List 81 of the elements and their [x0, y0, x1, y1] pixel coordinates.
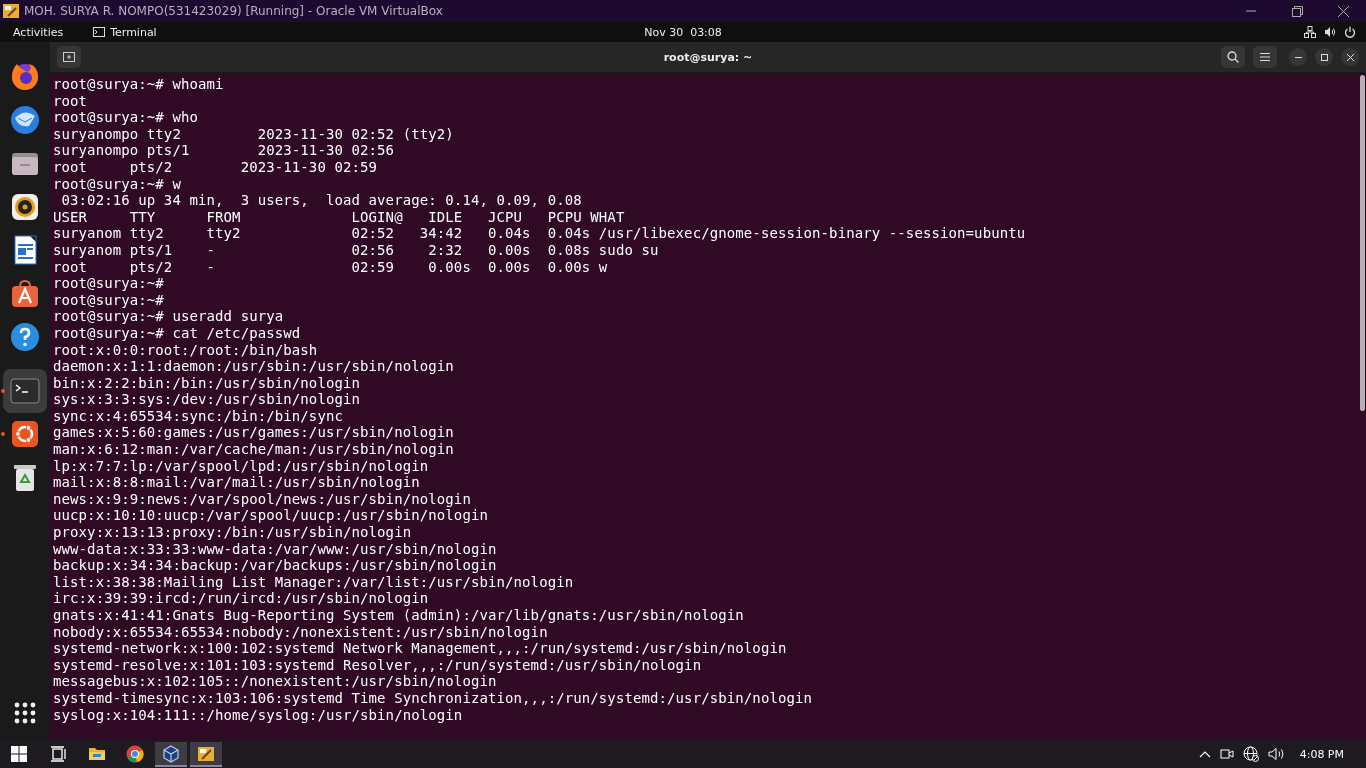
terminal-line: USER TTY FROM LOGIN@ IDLE JCPU PCPU WHAT: [53, 208, 625, 226]
terminal-line: backup:x:34:34:backup:/var/backups:/usr/sbin/nologin: [53, 557, 497, 574]
volume-icon[interactable]: [1267, 747, 1286, 761]
terminal-line: root@surya:~# who: [53, 109, 198, 126]
terminal-line: mail:x:8:8:mail:/var/mail:/usr/sbin/nologin: [53, 474, 420, 491]
app-grid-icon[interactable]: [14, 702, 36, 724]
taskbar-clock[interactable]: 4:08 PM: [1299, 747, 1344, 761]
terminal-line: sys:x:3:3:sys:/dev:/usr/sbin/nologin: [53, 391, 361, 408]
close-icon: [1346, 53, 1354, 61]
scrollbar-thumb[interactable]: [1359, 75, 1365, 411]
windows-logo-icon: [9, 744, 29, 764]
mail-icon: [9, 103, 41, 136]
terminal-line: suryanom pts/1 - 02:56 2:32 0.00s 0.08s sudo su: [53, 241, 659, 259]
taskbar-item[interactable]: [155, 742, 187, 767]
terminal-line: games:x:5:60:games:/usr/games:/usr/sbin/nologin: [53, 424, 454, 442]
clock[interactable]: Nov 30 03:08: [644, 25, 722, 39]
terminal-title: root@surya: ~: [663, 50, 753, 64]
maximize-icon: [1320, 53, 1328, 61]
menu-button[interactable]: [1253, 46, 1277, 68]
activities-button[interactable]: Activities: [13, 25, 64, 39]
power-icon[interactable]: [1344, 26, 1356, 38]
terminal-line: systemd-network:x:100:102:systemd Network Management,,,:/run/systemd:/usr/sbin/nologin: [53, 640, 787, 657]
terminal-line: irc:x:39:39:ircd:/run/ircd:/usr/sbin/nologin: [53, 590, 429, 607]
terminal-line: systemd-resolve:x:101:103:systemd Resolver,,,:/run/systemd:/usr/sbin/nologin: [53, 656, 702, 674]
network-icon[interactable]: [1304, 26, 1316, 38]
help-icon: [9, 321, 41, 353]
cube-icon: [161, 743, 181, 764]
running-indicator: [1, 432, 5, 436]
terminal-line: root@surya:~# w: [53, 175, 181, 193]
terminal-line: root@surya:~# cat /etc/passwd: [53, 324, 301, 342]
terminal-line: root@surya:~# whoami: [53, 76, 224, 93]
terminal-line: root pts/2 - 02:59 0.00s 0.00s 0.00s w: [53, 258, 608, 276]
terminal-line: proxy:x:13:13:proxy:/bin:/usr/sbin/nologin: [53, 524, 412, 541]
terminal-icon: [93, 27, 106, 37]
minimize-button[interactable]: [1289, 48, 1307, 66]
chevron-up-icon[interactable]: [1198, 750, 1211, 758]
ubuntu-icon: [9, 418, 41, 450]
restore-icon: [1291, 5, 1303, 17]
terminal-line: gnats:x:41:41:Gnats Bug-Reporting System (admin):/var/lib/gnats:/usr/sbin/nologin: [53, 607, 744, 624]
app-icon: [2, 2, 20, 20]
terminal-line: systemd-timesync:x:103:106:systemd Time Synchronization,,,:/run/systemd:/usr/sbin/nologin: [53, 689, 813, 707]
terminal-line: uucp:x:10:10:uucp:/var/spool/uucp:/usr/sbin/nologin: [53, 507, 488, 525]
terminal-line: news:x:9:9:news:/var/spool/news:/usr/sbin/nologin: [53, 490, 471, 508]
globe-icon[interactable]: [1242, 746, 1259, 762]
terminal-line: root: [53, 92, 88, 110]
chrome-icon: [124, 744, 145, 764]
terminal-line: root@surya:~# useradd surya: [53, 308, 284, 325]
search-button[interactable]: [1221, 46, 1245, 68]
terminal-line: root@surya:~#: [53, 291, 164, 309]
terminal-line: suryanompo pts/1 2023-11-30 02:56: [53, 142, 395, 159]
new-tab-icon: [63, 52, 75, 62]
shopping-bag-icon: [9, 277, 41, 310]
menu-icon: [1260, 52, 1270, 62]
terminal-line: root@surya:~#: [53, 275, 164, 292]
app-menu[interactable]: Terminal: [93, 25, 157, 39]
terminal-line: suryanom tty2 tty2 02:52 34:42 0.04s 0.04s /usr/libexec/gnome-session-binary --session=ubuntu: [53, 225, 1026, 242]
terminal-line: lp:x:7:7:lp:/var/spool/lpd:/usr/sbin/nologin: [53, 457, 429, 475]
taskbar-item[interactable]: [190, 742, 222, 767]
terminal-line: man:x:6:12:man:/var/cache/man:/usr/sbin/nologin: [53, 441, 454, 458]
terminal-line: root:x:0:0:root:/root:/bin/bash: [53, 341, 318, 359]
running-indicator: [1, 388, 5, 393]
terminal-line: syslog:x:104:111::/home/syslog:/usr/sbin/nologin: [53, 706, 463, 724]
terminal-line: www-data:x:33:33:www-data:/var/www:/usr/sbin/nologin: [53, 540, 497, 558]
new-tab-button[interactable]: [57, 46, 81, 68]
close-button[interactable]: [1341, 48, 1359, 66]
terminal-line: root pts/2 2023-11-30 02:59: [53, 158, 378, 176]
maximize-button[interactable]: [1315, 48, 1333, 66]
terminal-line: suryanompo tty2 2023-11-30 02:52 (tty2): [53, 125, 454, 143]
terminal-line: bin:x:2:2:bin:/bin:/usr/sbin/nologin: [53, 374, 361, 392]
terminal-line: daemon:x:1:1:daemon:/usr/sbin:/usr/sbin/nologin: [53, 358, 454, 375]
terminal-line: sync:x:4:65534:sync:/bin:/bin/sync: [53, 407, 343, 425]
terminal-line: messagebus:x:102:105::/nonexistent:/usr/sbin/nologin: [53, 673, 497, 690]
camera-icon[interactable]: [1219, 747, 1234, 761]
terminal-line: nobody:x:65534:65534:nobody:/nonexistent:/usr/sbin/nologin: [53, 623, 548, 641]
window-title: MOH. SURYA R. NOMPO(531423029) [Running] - Oracle VM VirtualBox: [24, 4, 443, 18]
close-icon: [1337, 5, 1349, 17]
terminal-line: 03:02:16 up 34 min, 3 users, load average: 0.14, 0.09, 0.08: [60, 192, 582, 209]
search-icon: [1227, 51, 1239, 63]
terminal-line: list:x:38:38:Mailing List Manager:/var/list:/usr/sbin/nologin: [53, 573, 574, 591]
volume-icon[interactable]: [1324, 26, 1336, 38]
task-view-icon: [48, 744, 69, 764]
